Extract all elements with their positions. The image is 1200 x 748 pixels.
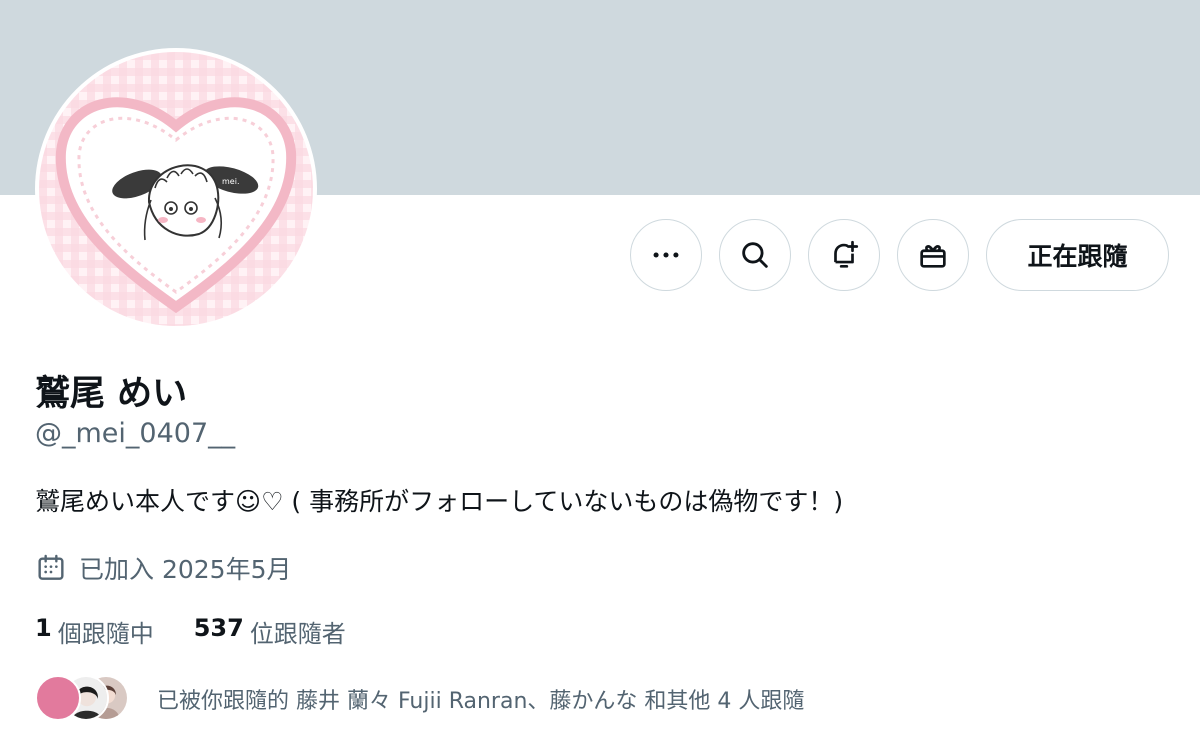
profile-bio: 鷲尾めい本人です☺♡ ( 事務所がフォローしていないものは偽物です！) [35, 487, 844, 516]
followed-by-text: 已被你跟隨的 藤井 蘭々 Fujii Ranran、藤かんな 和其他 4 人跟隨 [157, 689, 805, 714]
bell-plus-icon [834, 240, 859, 268]
following-link[interactable]: 1 個跟隨中 [35, 614, 154, 649]
gift-icon [920, 245, 946, 268]
mutual-avatars [35, 675, 129, 723]
mutual-avatar [35, 675, 81, 721]
more-button[interactable] [630, 219, 702, 291]
following-button[interactable]: 正在跟隨 [986, 219, 1169, 291]
more-icon [653, 252, 679, 258]
joined-date: 已加入 2025年5月 [35, 550, 291, 586]
followers-you-know[interactable]: 已被你跟隨的 藤井 蘭々 Fujii Ranran、藤かんな 和其他 4 人跟隨 [35, 675, 804, 723]
profile-actions: 正在跟隨 [630, 219, 1169, 291]
followers-link[interactable]: 537 位跟隨者 [194, 614, 346, 649]
follow-stats: 1 個跟隨中 537 位跟隨者 [35, 614, 346, 649]
display-name: 鷲尾 めい [35, 374, 188, 414]
followers-count: 537 [193, 614, 244, 642]
search-icon [742, 242, 768, 268]
joined-text: 已加入 2025年5月 [79, 555, 292, 584]
calendar-icon [38, 554, 64, 580]
avatar-image: mei. [39, 52, 313, 326]
gift-button[interactable] [897, 219, 969, 291]
search-button[interactable] [719, 219, 791, 291]
following-count: 1 [35, 614, 52, 642]
following-label: 個跟隨中 [57, 620, 154, 648]
followers-label: 位跟隨者 [249, 620, 346, 648]
user-handle: @_mei_0407__ [35, 418, 236, 449]
notifications-button[interactable] [808, 219, 880, 291]
profile-avatar[interactable]: mei. [35, 48, 317, 330]
svg-text:mei.: mei. [222, 177, 239, 186]
